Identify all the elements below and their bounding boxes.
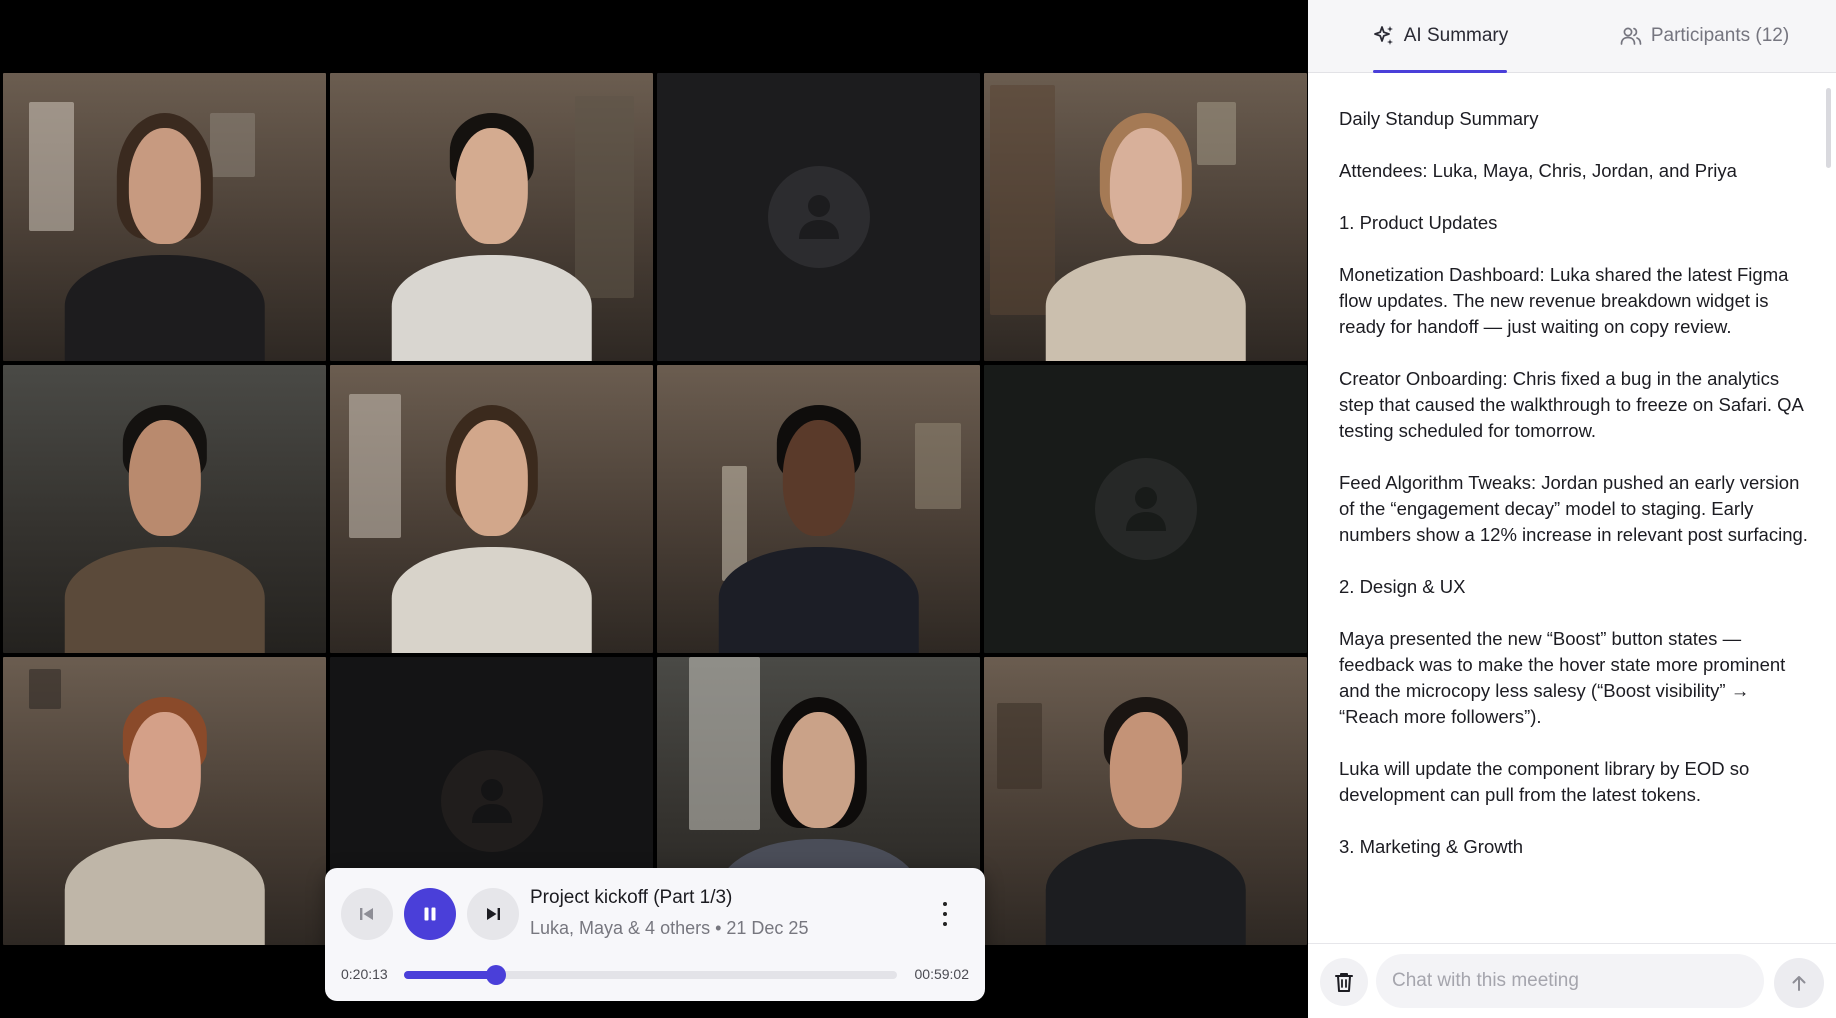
tab-ai-summary[interactable]: AI Summary xyxy=(1308,0,1572,73)
participant-tile[interactable] xyxy=(3,365,326,653)
panel-tabs: AI Summary Participants (12) xyxy=(1308,0,1836,73)
avatar xyxy=(767,166,870,268)
summary-paragraph: Maya presented the new “Boost” button st… xyxy=(1339,628,1786,727)
participant-video xyxy=(64,692,265,945)
total-time: 00:59:02 xyxy=(914,966,970,982)
summary-paragraph: Feed Algorithm Tweaks: Jordan pushed an … xyxy=(1339,472,1808,545)
current-time: 0:20:13 xyxy=(341,966,388,982)
seek-progress xyxy=(404,971,496,979)
trash-icon xyxy=(1335,973,1353,992)
attendees-list: Luka, Maya, Chris, Jordan, and Priya xyxy=(1432,160,1737,181)
summary-paragraph: Monetization Dashboard: Luka shared the … xyxy=(1339,264,1789,337)
summary-title: Daily Standup Summary xyxy=(1339,108,1539,129)
participant-video xyxy=(64,400,265,653)
user-icon xyxy=(1125,487,1166,531)
seek-handle[interactable] xyxy=(485,965,506,985)
send-button[interactable] xyxy=(1774,958,1824,1008)
section-heading: 1. Product Updates xyxy=(1339,212,1498,233)
avatar xyxy=(1094,458,1197,560)
participant-grid xyxy=(3,73,1307,945)
summary-paragraph: Luka will update the component library b… xyxy=(1339,758,1750,805)
side-panel: AI Summary Participants (12) Daily Stand… xyxy=(1308,0,1836,1018)
attendees-label: Attendees: xyxy=(1339,160,1428,181)
pause-icon xyxy=(424,907,436,921)
video-area: Project kickoff (Part 1/3) Luka, Maya & … xyxy=(0,0,1308,1018)
avatar xyxy=(440,750,543,852)
next-button[interactable] xyxy=(467,888,519,940)
participant-video xyxy=(391,108,592,361)
participant-video xyxy=(391,400,592,653)
participant-video xyxy=(1045,108,1246,361)
chat-input[interactable] xyxy=(1376,954,1764,1008)
section-heading: 3. Marketing & Growth xyxy=(1339,836,1524,857)
sparkles-icon xyxy=(1373,26,1393,45)
tab-label: AI Summary xyxy=(1403,25,1509,46)
participant-tile[interactable] xyxy=(330,73,653,361)
clear-chat-button[interactable] xyxy=(1320,958,1368,1006)
users-icon xyxy=(1620,27,1642,45)
participant-tile[interactable] xyxy=(984,657,1307,945)
user-icon xyxy=(471,779,512,823)
recording-subtitle: Luka, Maya & 4 others • 21 Dec 25 xyxy=(530,918,809,938)
section-heading: 2. Design & UX xyxy=(1339,576,1466,597)
seek-bar[interactable] xyxy=(404,965,897,985)
participant-video xyxy=(718,400,919,653)
participant-video xyxy=(64,108,265,361)
ai-summary-content: Daily Standup Summary Attendees: Luka, M… xyxy=(1339,106,1809,886)
more-options-button[interactable] xyxy=(935,902,955,926)
pause-button[interactable] xyxy=(404,888,456,940)
participant-video xyxy=(1045,692,1246,945)
previous-button[interactable] xyxy=(341,888,393,940)
summary-paragraph: Creator Onboarding: Chris fixed a bug in… xyxy=(1339,368,1803,441)
participant-tile[interactable] xyxy=(3,73,326,361)
chat-bar xyxy=(1308,943,1836,1018)
skip-next-icon xyxy=(487,908,500,920)
participant-tile[interactable] xyxy=(657,73,980,361)
participant-tile[interactable] xyxy=(3,657,326,945)
tab-participants[interactable]: Participants (12) xyxy=(1572,0,1836,72)
participant-tile[interactable] xyxy=(984,73,1307,361)
summary-attendees: Attendees: Luka, Maya, Chris, Jordan, an… xyxy=(1339,158,1809,184)
more-vertical-icon xyxy=(943,902,947,906)
scrollbar[interactable] xyxy=(1826,88,1831,168)
skip-previous-icon xyxy=(360,908,373,920)
recording-title: Project kickoff (Part 1/3) xyxy=(530,887,733,908)
playback-controls: Project kickoff (Part 1/3) Luka, Maya & … xyxy=(325,868,985,1001)
arrow-up-icon xyxy=(1792,976,1806,991)
user-icon xyxy=(798,195,839,239)
tab-label: Participants (12) xyxy=(1650,25,1790,46)
participant-tile[interactable] xyxy=(984,365,1307,653)
participant-tile[interactable] xyxy=(657,365,980,653)
participant-tile[interactable] xyxy=(330,365,653,653)
